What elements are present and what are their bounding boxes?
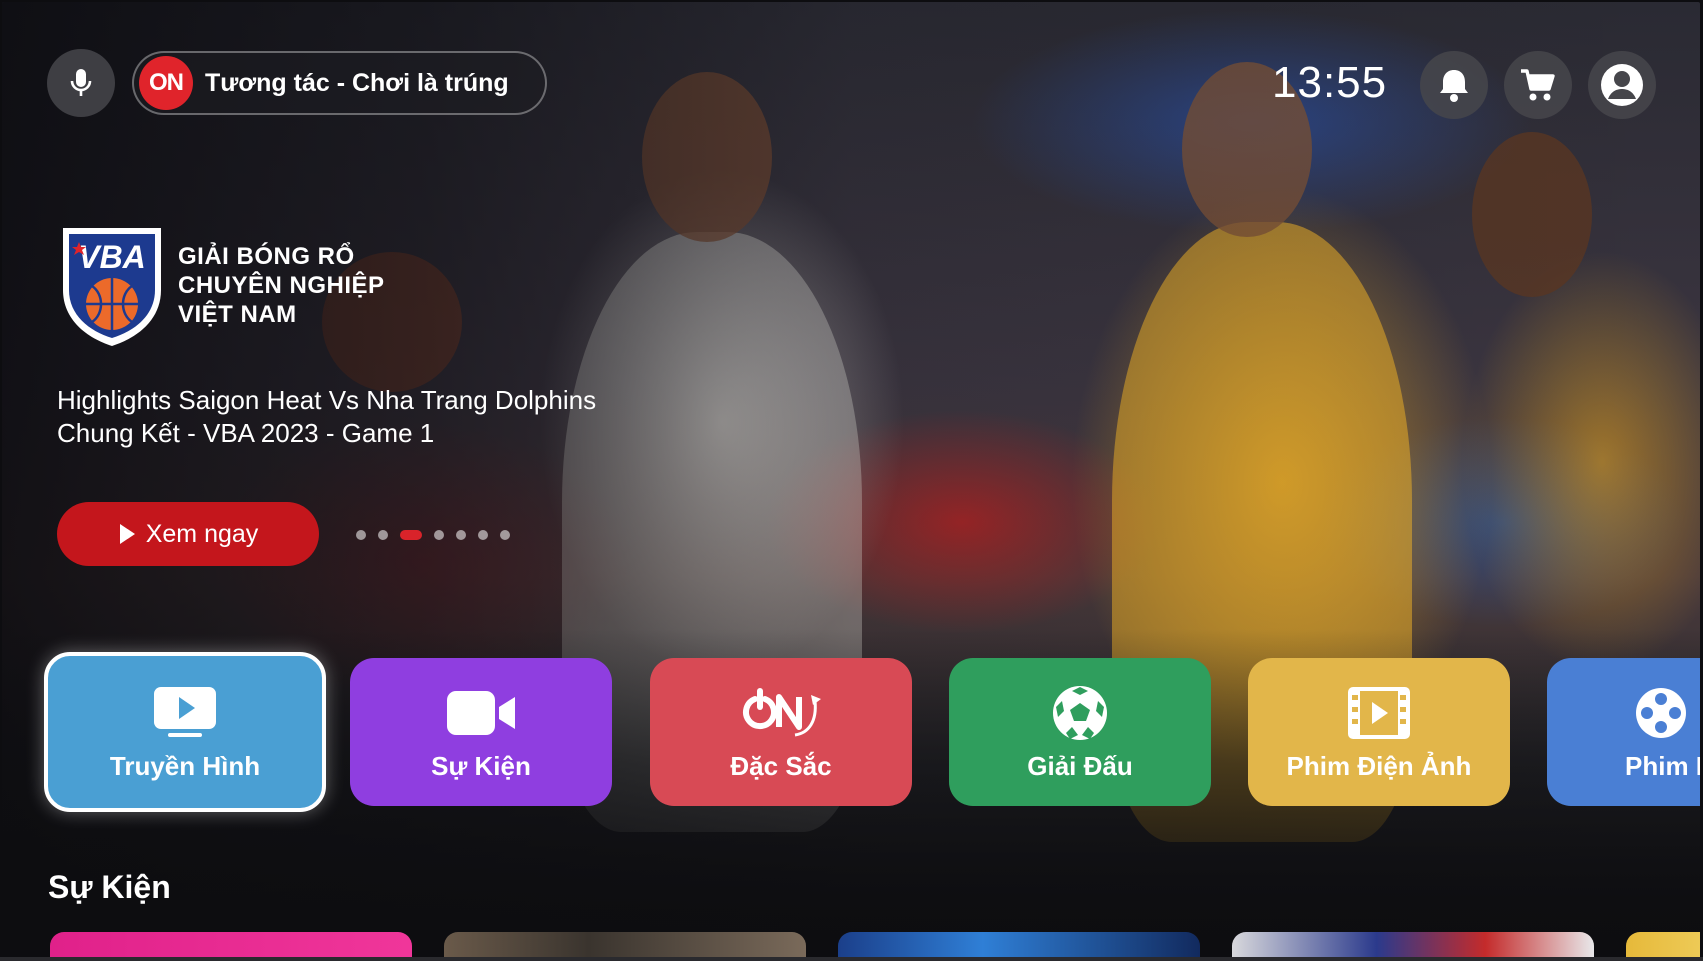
carousel-dot[interactable]	[456, 530, 466, 540]
app-frame: ON Tương tác - Chơi là trúng 13:55 VBA G…	[2, 2, 1700, 959]
category-tile-series[interactable]: Phim I	[1547, 658, 1700, 806]
film-reel-icon	[1636, 687, 1686, 738]
bell-icon	[1440, 70, 1468, 102]
user-avatar-icon	[1601, 64, 1643, 106]
league-title-line: GIẢI BÓNG RỔ	[178, 243, 355, 270]
category-row: Truyền Hình Sự Kiện Đặc Sắc Giải Đấu Phi…	[2, 652, 1700, 812]
soccer-ball-icon	[1053, 685, 1107, 740]
hero-title: Highlights Saigon Heat Vs Nha Trang Dolp…	[57, 384, 677, 450]
hero-title-line: Chung Kết - VBA 2023 - Game 1	[57, 418, 435, 448]
microphone-icon	[70, 69, 92, 96]
vba-logo-text: VBA	[78, 239, 146, 275]
carousel-dot[interactable]	[378, 530, 388, 540]
tv-icon	[154, 686, 216, 737]
cart-button[interactable]	[1504, 51, 1572, 119]
interactive-promo-button[interactable]: ON Tương tác - Chơi là trúng	[132, 51, 547, 115]
hero-title-line: Highlights Saigon Heat Vs Nha Trang Dolp…	[57, 385, 597, 415]
league-title: GIẢI BÓNG RỔ CHUYÊN NGHIỆP VIỆT NAM	[178, 242, 385, 329]
event-thumbnail[interactable]	[1232, 932, 1594, 959]
category-label: Phim Điện Ảnh	[1286, 750, 1472, 781]
on-logo-icon	[743, 687, 821, 736]
carousel-indicators	[356, 530, 510, 540]
league-title-line: CHUYÊN NGHIỆP	[178, 272, 385, 299]
event-thumbnail[interactable]	[444, 932, 806, 959]
carousel-dot[interactable]	[500, 530, 510, 540]
event-thumbnail[interactable]	[1626, 932, 1700, 959]
account-button[interactable]	[1588, 51, 1656, 119]
film-icon	[1348, 686, 1410, 739]
cart-icon	[1521, 69, 1555, 101]
league-title-line: VIỆT NAM	[178, 301, 297, 328]
promo-text: Tương tác - Chơi là trúng	[205, 68, 509, 97]
carousel-dot[interactable]	[478, 530, 488, 540]
video-camera-icon	[447, 690, 515, 735]
category-tile-special[interactable]: Đặc Sắc	[650, 658, 912, 806]
on-badge-text: ON	[149, 69, 184, 96]
on-logo-badge: ON	[139, 56, 193, 110]
watch-now-label: Xem ngay	[145, 519, 259, 548]
bottom-edge	[0, 957, 1703, 961]
vba-league-logo: VBA	[63, 228, 161, 346]
category-label: Giải Đấu	[1027, 750, 1133, 781]
clock: 13:55	[1272, 58, 1388, 107]
category-label: Đặc Sắc	[730, 750, 832, 781]
category-tile-movie[interactable]: Phim Điện Ảnh	[1248, 658, 1510, 806]
notifications-button[interactable]	[1420, 51, 1488, 119]
voice-search-button[interactable]	[47, 49, 115, 117]
watch-now-button[interactable]: Xem ngay	[57, 502, 319, 566]
category-tile-event[interactable]: Sự Kiện	[350, 658, 612, 806]
event-thumbnail[interactable]	[838, 932, 1200, 959]
play-icon	[119, 524, 135, 544]
category-tile-league[interactable]: Giải Đấu	[949, 658, 1211, 806]
carousel-dot[interactable]	[356, 530, 366, 540]
category-label: Sự Kiện	[431, 750, 531, 781]
category-label: Truyền Hình	[109, 750, 261, 781]
section-title: Sự Kiện	[48, 869, 171, 905]
carousel-dot-active[interactable]	[400, 530, 422, 540]
carousel-dot[interactable]	[434, 530, 444, 540]
event-thumbnail[interactable]	[50, 932, 412, 959]
category-tile-tv[interactable]: Truyền Hình	[44, 652, 326, 812]
category-label: Phim I	[1625, 750, 1700, 781]
